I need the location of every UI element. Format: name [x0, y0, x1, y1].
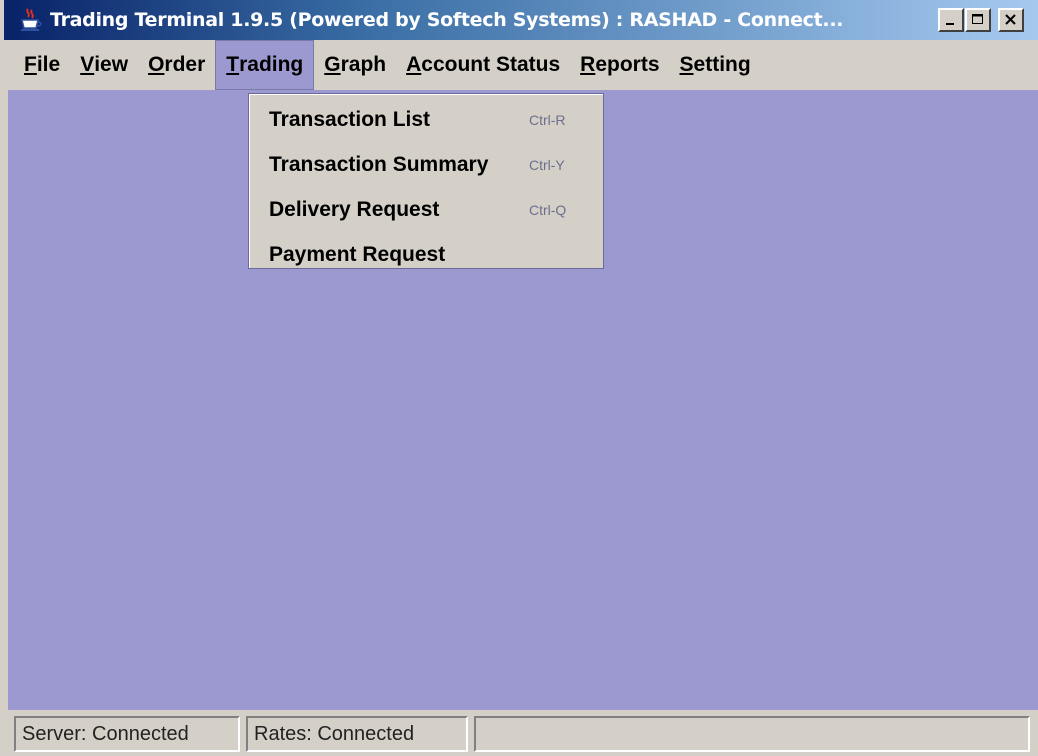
minimize-button[interactable]	[938, 8, 964, 32]
menu-trading[interactable]: Trading	[215, 40, 315, 90]
menu-setting[interactable]: Setting	[670, 40, 761, 90]
trading-dropdown-menu: Transaction List Ctrl-R Transaction Summ…	[248, 93, 604, 269]
menu-item-transaction-summary[interactable]: Transaction Summary Ctrl-Y	[249, 145, 603, 185]
menu-account-status-rest: ccount Status	[421, 53, 561, 76]
app-window: Trading Terminal 1.9.5 (Powered by Softe…	[0, 0, 1038, 756]
menu-trading-mnemonic: T	[226, 53, 240, 76]
menu-item-delivery-request[interactable]: Delivery Request Ctrl-Q	[249, 190, 603, 230]
menu-file-mnemonic: F	[24, 53, 37, 76]
close-icon	[1005, 14, 1016, 25]
menu-setting-mnemonic: S	[679, 53, 694, 76]
menu-item-transaction-list[interactable]: Transaction List Ctrl-R	[249, 100, 603, 140]
menu-trading-rest: rading	[239, 53, 304, 76]
menu-item-shortcut: Ctrl-Q	[529, 202, 567, 218]
menu-item-payment-request[interactable]: Payment Request	[249, 235, 603, 275]
window-title: Trading Terminal 1.9.5 (Powered by Softe…	[50, 9, 844, 31]
status-bar: Server: Connected Rates: Connected	[8, 710, 1038, 756]
menu-graph-mnemonic: G	[324, 53, 341, 76]
rates-status: Rates: Connected	[246, 716, 468, 752]
server-status: Server: Connected	[14, 716, 240, 752]
menu-item-shortcut: Ctrl-R	[529, 112, 566, 128]
close-button[interactable]	[998, 8, 1024, 32]
minimize-icon	[946, 23, 954, 25]
menu-item-label: Delivery Request	[269, 198, 440, 221]
maximize-button[interactable]	[965, 8, 991, 32]
menu-graph-rest: raph	[340, 53, 387, 76]
menu-reports-rest: eports	[595, 53, 660, 76]
menu-account-status-mnemonic: A	[406, 53, 422, 76]
menu-item-label: Transaction Summary	[269, 153, 489, 176]
status-message	[474, 716, 1030, 752]
menu-order-mnemonic: O	[148, 53, 165, 76]
menu-setting-rest: etting	[693, 53, 751, 76]
menu-view-mnemonic: V	[80, 53, 95, 76]
menu-item-label: Payment Request	[269, 243, 446, 266]
menu-view-rest: iew	[94, 53, 129, 76]
menu-item-shortcut: Ctrl-Y	[529, 157, 565, 173]
title-bar[interactable]: Trading Terminal 1.9.5 (Powered by Softe…	[4, 0, 1038, 40]
menu-reports[interactable]: Reports	[570, 40, 669, 90]
menu-account-status[interactable]: Account Status	[396, 40, 570, 90]
java-cup-icon[interactable]	[16, 6, 44, 34]
menu-item-label: Transaction List	[269, 108, 431, 131]
menu-order[interactable]: Order	[138, 40, 215, 90]
menu-view[interactable]: View	[70, 40, 138, 90]
menu-order-rest: rder	[164, 53, 206, 76]
menu-graph[interactable]: Graph	[314, 40, 396, 90]
menu-bar: File View Order Trading Graph Account St…	[8, 40, 1038, 90]
menu-file[interactable]: File	[14, 40, 70, 90]
menu-reports-mnemonic: R	[580, 53, 596, 76]
maximize-icon	[972, 14, 983, 24]
menu-file-rest: ile	[36, 53, 61, 76]
